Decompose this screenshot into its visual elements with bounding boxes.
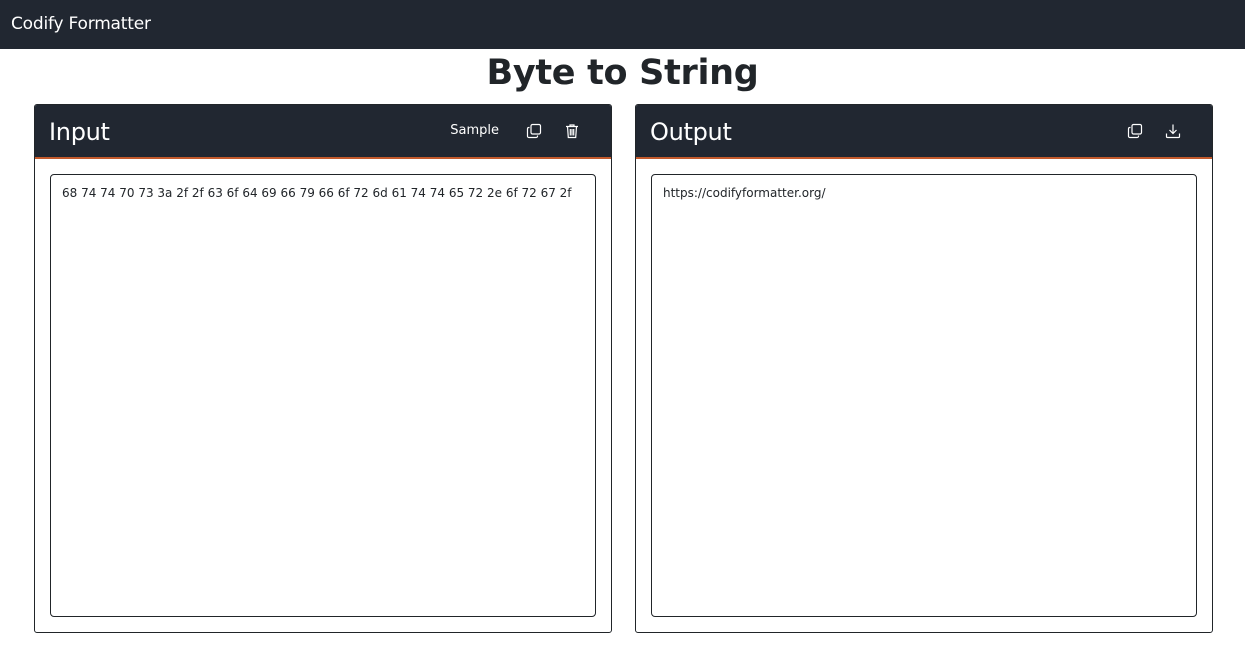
copy-icon [1127, 123, 1143, 139]
input-panel-title: Input [49, 118, 110, 146]
input-textarea[interactable]: 68 74 74 70 73 3a 2f 2f 63 6f 64 69 66 7… [50, 174, 596, 617]
brand-link[interactable]: Codify Formatter [11, 13, 151, 35]
output-panel: Output https://codifyformatter.org/ [635, 104, 1213, 633]
top-navbar: Codify Formatter [0, 0, 1245, 49]
input-panel-actions: Sample [444, 119, 587, 143]
output-panel-header: Output [636, 105, 1212, 159]
copy-input-button[interactable] [519, 119, 549, 143]
output-textarea[interactable]: https://codifyformatter.org/ [651, 174, 1197, 617]
sample-button[interactable]: Sample [444, 120, 505, 142]
copy-output-button[interactable] [1120, 119, 1150, 143]
output-panel-actions [1120, 119, 1188, 143]
copy-icon [526, 123, 542, 139]
output-panel-title: Output [650, 118, 732, 146]
download-icon [1165, 124, 1181, 139]
download-output-button[interactable] [1158, 119, 1188, 143]
input-panel-header: Input Sample [35, 105, 611, 159]
trash-icon [566, 124, 578, 139]
clear-input-button[interactable] [557, 119, 587, 143]
input-panel: Input Sample 68 74 74 70 73 3a 2f 2f 63 … [34, 104, 612, 633]
page-title: Byte to String [486, 53, 759, 93]
